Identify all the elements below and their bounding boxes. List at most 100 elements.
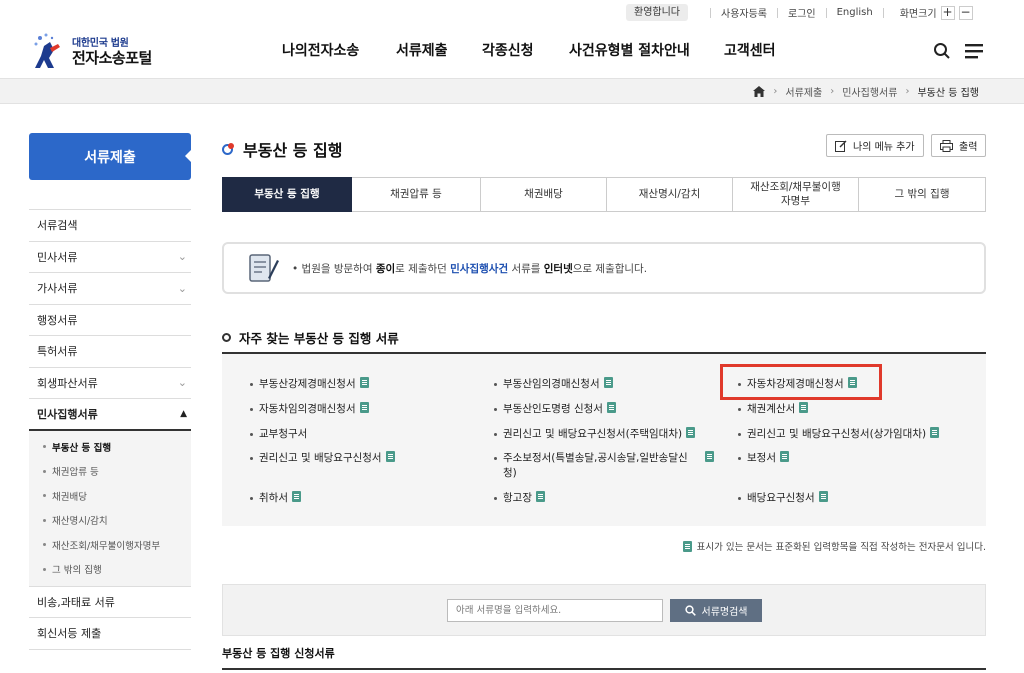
search-button-label: 서류명검색 [701, 607, 748, 618]
bullet [250, 433, 253, 436]
chevron-right-icon: › [830, 85, 835, 97]
gnb-procedure-guide[interactable]: 사건유형별 절차안내 [569, 40, 690, 60]
print-button[interactable]: 출력 [931, 134, 987, 157]
add-my-menu-button[interactable]: 나의 메뉴 추가 [826, 134, 924, 157]
menu-icon[interactable] [964, 42, 984, 60]
document-search-button[interactable]: 서류명검색 [670, 599, 762, 622]
english-link[interactable]: English [837, 7, 873, 18]
sidebar-item-civil[interactable]: 민사서류 ⌄ [29, 242, 191, 273]
sidebar-title: 서류제출 [29, 133, 191, 180]
subsection-title: 부동산 등 집행 신청서류 [222, 647, 335, 660]
sidebar-item-non-contentious[interactable]: 비송,과태료 서류 [29, 587, 191, 618]
divider [710, 7, 711, 18]
notice-box: • 법원을 방문하여 종이로 제출하던 민사집행사건 서류를 인터넷으로 제출합… [222, 242, 986, 294]
add-my-menu-label: 나의 메뉴 추가 [853, 142, 915, 153]
section-title: 자주 찾는 부동산 등 집행 서류 [222, 328, 399, 347]
document-link[interactable]: 부동산임의경매신청서 [494, 377, 613, 392]
document-link-label: 배당요구신청서 [747, 492, 815, 504]
document-link[interactable]: 배당요구신청서 [738, 491, 828, 506]
sidebar-item-rehabilitation[interactable]: 회생파산서류 ⌄ [29, 368, 191, 399]
breadcrumb-item[interactable]: 서류제출 [785, 84, 822, 99]
sidebar-item-document-search[interactable]: 서류검색 [29, 210, 191, 242]
notice-part: 으로 제출합니다. [572, 262, 648, 275]
print-label: 출력 [959, 142, 978, 153]
utility-links: 사용자등록 로그인 English 화면크기 + − [700, 4, 973, 21]
document-link[interactable]: 권리신고 및 배당요구신청서(주택임대차) [494, 427, 696, 442]
breadcrumb-item[interactable]: 민사집행서류 [842, 84, 897, 99]
sidebar-subitem-label: 재산조회/채무불이행자명부 [52, 540, 161, 552]
sidebar-subitem-other[interactable]: 그 밖의 집행 [29, 557, 191, 582]
home-icon[interactable] [753, 85, 766, 97]
tab-seizure[interactable]: 채권압류 등 [352, 177, 481, 212]
document-link-label: 부동산임의경매신청서 [503, 378, 600, 390]
document-link[interactable]: 권리신고 및 배당요구신청서 [250, 451, 395, 466]
notice-part: 법원을 방문하여 [301, 262, 376, 275]
bullet [43, 567, 46, 571]
tab-distribution[interactable]: 채권배당 [481, 177, 607, 212]
document-search-input[interactable] [447, 599, 663, 622]
document-link[interactable]: 항고장 [494, 491, 545, 506]
breadcrumb: › 서류제출 › 민사집행서류 › 부동산 등 집행 [753, 79, 979, 103]
tab-other[interactable]: 그 밖의 집행 [859, 177, 986, 212]
zoom-in-button[interactable]: + [940, 5, 955, 20]
search-icon[interactable] [933, 42, 951, 60]
site-logo[interactable]: 대한민국 법원 전자소송포털 [32, 32, 172, 72]
tab-real-estate[interactable]: 부동산 등 집행 [222, 177, 352, 212]
e-form-icon [682, 540, 692, 552]
gnb-applications[interactable]: 각종신청 [482, 40, 534, 60]
e-form-icon [686, 427, 696, 438]
bullet [494, 457, 497, 460]
document-link[interactable]: 채권계산서 [738, 402, 809, 417]
chevron-down-icon: ⌄ [177, 250, 187, 264]
sidebar-subitem-real-estate[interactable]: 부동산 등 집행 [29, 435, 191, 460]
e-form-icon [799, 402, 809, 413]
sidebar-item-patent[interactable]: 특허서류 [29, 336, 191, 368]
login-link[interactable]: 로그인 [788, 5, 816, 20]
divider [882, 7, 884, 18]
document-link[interactable]: 보정서 [738, 451, 789, 466]
notice-emphasis: 인터넷 [543, 262, 573, 275]
zoom-out-button[interactable]: − [958, 5, 973, 20]
notice-text: • 법원을 방문하여 종이로 제출하던 민사집행사건 서류를 인터넷으로 제출합… [292, 262, 648, 275]
document-link[interactable]: 자동차임의경매신청서 [250, 402, 369, 417]
sidebar-subitem-label: 그 밖의 집행 [52, 565, 102, 577]
document-link-label: 권리신고 및 배당요구신청서 [259, 452, 382, 464]
sidebar-item-reply-submission[interactable]: 회신서등 제출 [29, 618, 191, 650]
document-link[interactable]: 부동산인도명령 신청서 [494, 402, 616, 417]
gnb-document-submission[interactable]: 서류제출 [396, 40, 448, 60]
tab-property-inquiry[interactable]: 재산조회/채무불이행 자명부 [733, 177, 859, 212]
sidebar-item-family[interactable]: 가사서류 ⌄ [29, 273, 191, 305]
document-link-label: 항고장 [503, 492, 532, 504]
bullet [494, 408, 497, 411]
sidebar-subitem-disclosure[interactable]: 재산명시/감치 [29, 508, 191, 533]
sidebar-subitem-property-inquiry[interactable]: 재산조회/채무불이행자명부 [29, 533, 191, 558]
chevron-right-icon: › [773, 85, 778, 97]
e-form-icon [359, 377, 369, 388]
bullet [43, 494, 46, 498]
sidebar-item-civil-execution[interactable]: 민사집행서류 ▲ [29, 399, 191, 431]
utility-bar: 환영합니다 사용자등록 로그인 English 화면크기 + − [0, 0, 1024, 24]
document-link[interactable]: 부동산강제경매신청서 [250, 377, 369, 392]
bullet [250, 408, 253, 411]
document-link[interactable]: 권리신고 및 배당요구신청서(상가임대차) [738, 427, 940, 442]
document-link[interactable]: 교부청구서 [250, 427, 307, 442]
gnb-customer-center[interactable]: 고객센터 [724, 40, 776, 60]
tab-disclosure[interactable]: 재산명시/감치 [607, 177, 733, 212]
e-form-icon [606, 402, 616, 413]
sidebar-item-label: 회생파산서류 [37, 376, 98, 390]
sidebar-item-administrative[interactable]: 행정서류 [29, 305, 191, 336]
sidebar-subitem-seizure[interactable]: 채권압류 등 [29, 459, 191, 484]
section-bullet-icon [222, 333, 231, 342]
e-form-icon [385, 451, 395, 462]
document-link[interactable]: 취하서 [250, 491, 301, 506]
sidebar-subitem-distribution[interactable]: 채권배당 [29, 484, 191, 509]
e-form-icon [603, 377, 613, 388]
register-link[interactable]: 사용자등록 [721, 5, 767, 20]
court-logo-icon [34, 33, 60, 68]
chevron-left-icon [185, 150, 191, 162]
title-bullet-icon [222, 142, 234, 155]
bullet [738, 457, 741, 460]
document-link[interactable]: 주소보정서(특별송달,공시송달,일반송달신청) [494, 451, 714, 481]
edit-icon [835, 140, 847, 152]
gnb-my-e-litigation[interactable]: 나의전자소송 [282, 40, 359, 60]
